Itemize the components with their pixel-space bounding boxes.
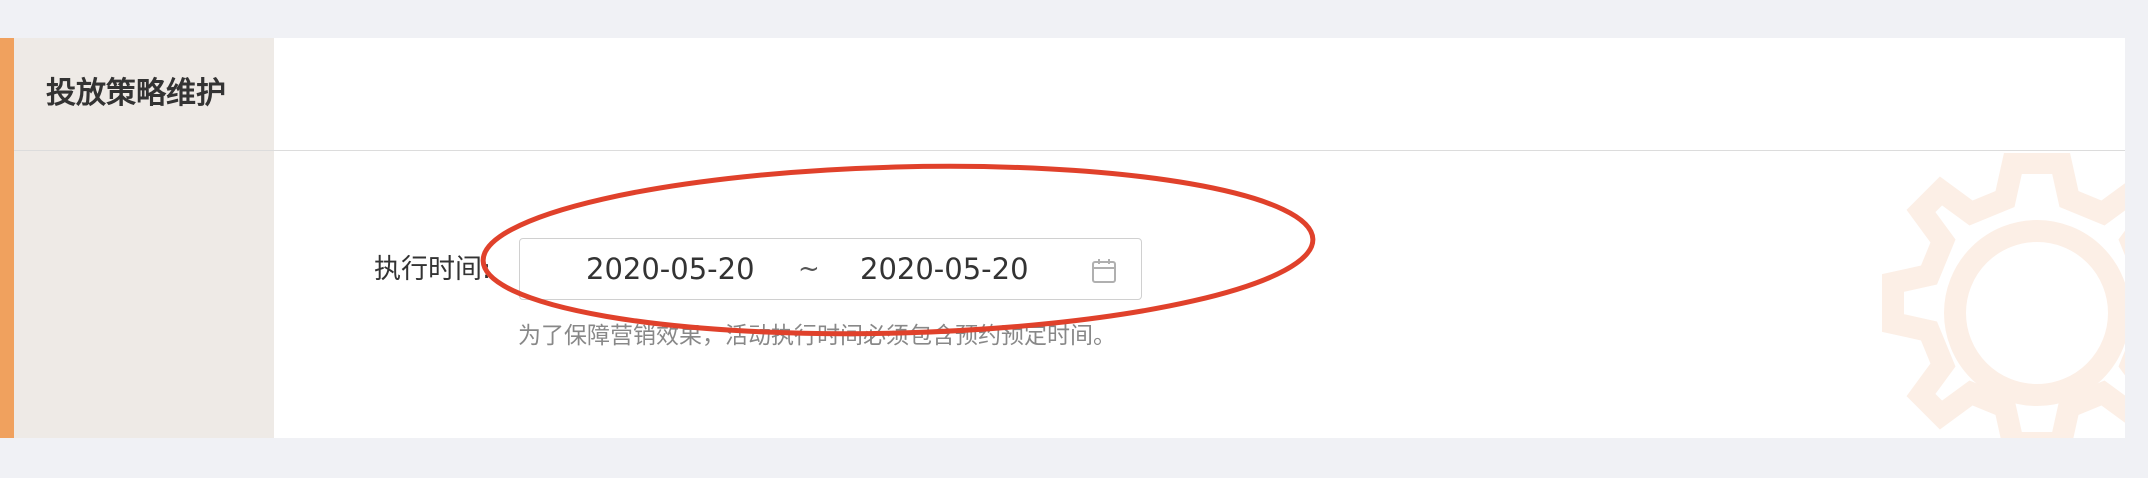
- execution-time-date-range-picker[interactable]: 2020-05-20 ~ 2020-05-20: [519, 238, 1142, 300]
- header-divider: [14, 150, 2125, 151]
- execution-time-label: 执行时间:: [374, 254, 492, 285]
- date-range-separator: ~: [798, 254, 820, 284]
- strategy-card: 投放策略维护 执行时间: 2020-05-20 ~ 2020-05-20 为了保…: [0, 38, 2125, 438]
- calendar-icon[interactable]: [1090, 257, 1118, 285]
- start-date-input[interactable]: 2020-05-20: [586, 239, 755, 299]
- section-title: 投放策略维护: [46, 76, 226, 111]
- execution-time-hint: 为了保障营销效果，活动执行时间必须包含预约预定时间。: [518, 323, 1116, 349]
- end-date-input[interactable]: 2020-05-20: [860, 239, 1029, 299]
- gear-watermark-icon: [1845, 153, 2125, 438]
- accent-bar: [0, 38, 14, 438]
